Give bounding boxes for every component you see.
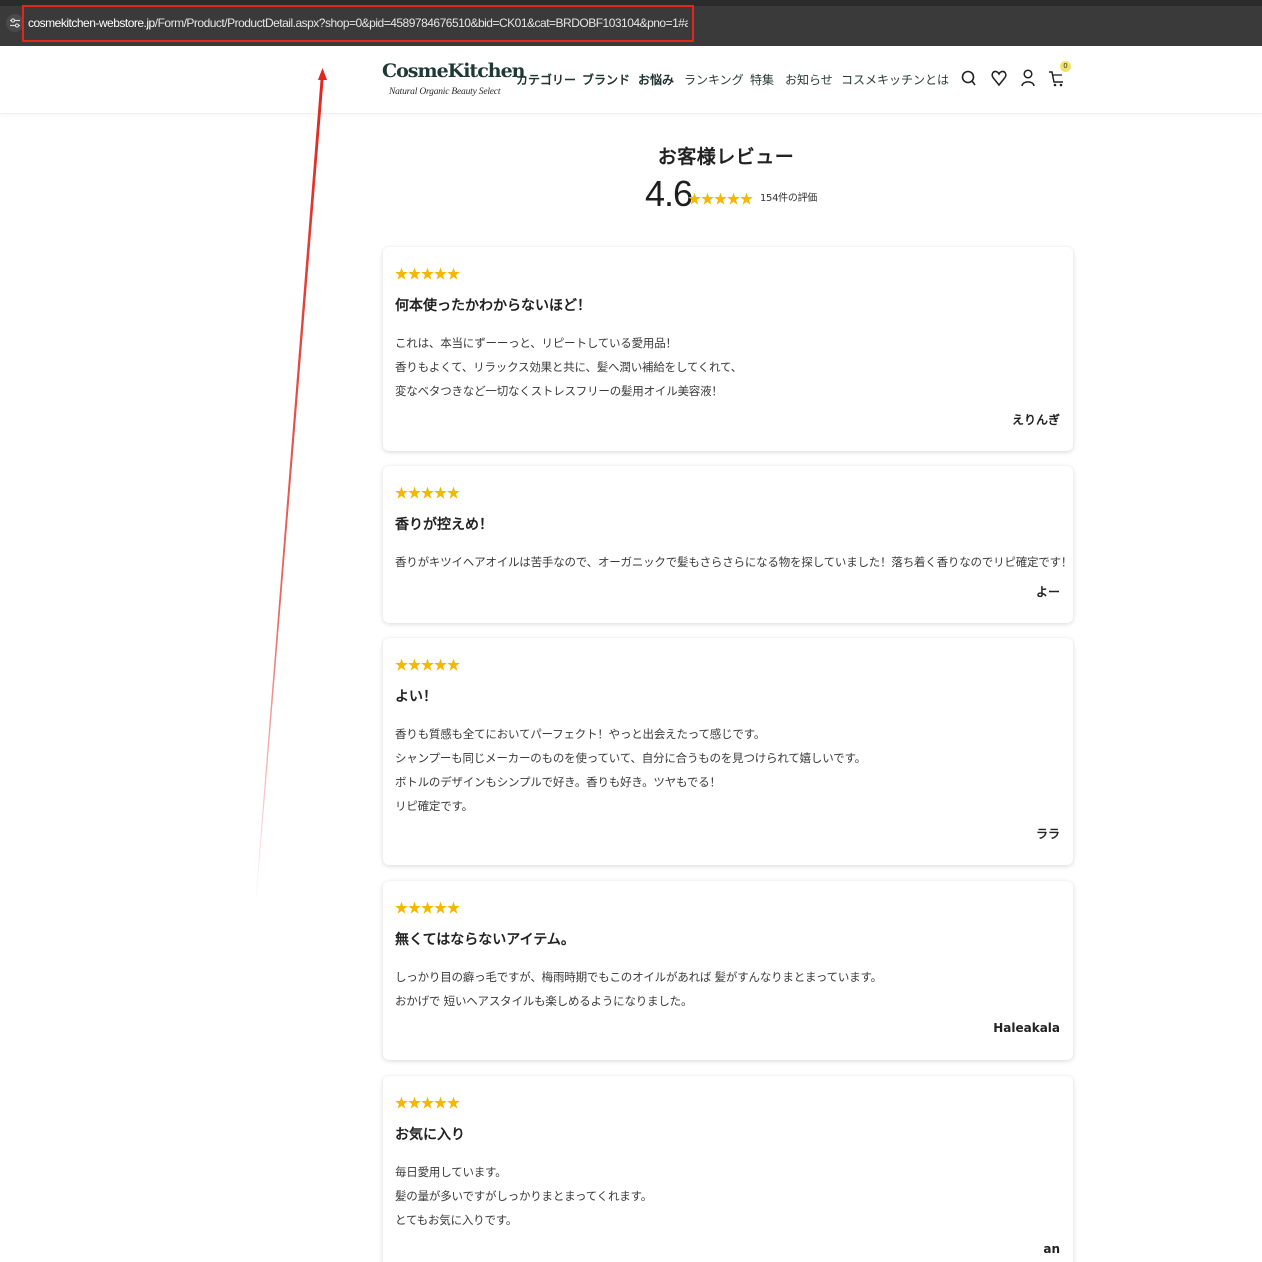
star-icon bbox=[727, 192, 740, 205]
browser-address-bar: cosmekitchen-webstore.jp/Form/Product/Pr… bbox=[0, 0, 1262, 46]
star-icon bbox=[714, 192, 727, 205]
average-rating-stars bbox=[688, 192, 753, 205]
review-stars bbox=[395, 486, 460, 499]
review-body: 毎日愛用しています。 髪の量が多いですがしっかりまとまってくれます。 とてもお気… bbox=[395, 1160, 1055, 1232]
review-card: 無くてはならないアイテム。 しっかり目の癖っ毛ですが、梅雨時期でもこのオイルがあ… bbox=[383, 881, 1073, 1060]
review-author: よー bbox=[1035, 585, 1060, 599]
heart-icon[interactable] bbox=[988, 66, 1010, 90]
review-text-line: おかげで 短いヘアスタイルも楽しめるようになりました。 bbox=[395, 994, 693, 1008]
star-icon bbox=[408, 486, 421, 499]
review-text-line: シャンプーも同じメーカーのものを使っていて、自分に合うものを見つけられて嬉しいで… bbox=[395, 751, 866, 765]
nav-about[interactable]: コスメキッチンとは bbox=[841, 71, 949, 89]
url-highlight-box bbox=[22, 5, 694, 42]
review-stars bbox=[395, 658, 460, 671]
search-icon[interactable] bbox=[958, 66, 980, 90]
review-text-line: 髪の量が多いですがしっかりまとまってくれます。 bbox=[395, 1189, 653, 1203]
review-text-line: ボトルのデザインもシンプルで好き。香りも好き。ツヤもでる！ bbox=[395, 775, 721, 789]
logo-tagline: Natural Organic Beauty Select bbox=[389, 87, 501, 97]
star-icon bbox=[447, 267, 460, 280]
account-icon[interactable] bbox=[1017, 66, 1039, 90]
review-stars bbox=[395, 1096, 460, 1109]
star-icon bbox=[408, 658, 421, 671]
nav-features[interactable]: 特集 bbox=[750, 71, 774, 89]
nav-category[interactable]: カテゴリー bbox=[516, 71, 576, 89]
review-count: 154件の評価 bbox=[760, 193, 817, 204]
nav-ranking[interactable]: ランキング bbox=[684, 71, 744, 89]
review-card: 何本使ったかわからないほど！ これは、本当にずーーっと、リピートしている愛用品！… bbox=[383, 247, 1073, 451]
reviews-heading: お客様レビュー bbox=[657, 146, 795, 168]
site-logo[interactable]: CosmeKitchen Natural Organic Beauty Sele… bbox=[382, 60, 525, 102]
review-text-line: 香りもよくて、リラックス効果と共に、髪へ潤い補給をしてくれて、 bbox=[395, 360, 743, 374]
review-card: お気に入り 毎日愛用しています。 髪の量が多いですがしっかりまとまってくれます。… bbox=[383, 1076, 1073, 1262]
star-icon bbox=[447, 1096, 460, 1109]
review-card: よい！ 香りも質感も全てにおいてパーフェクト！やっと出会えたって感じです。 シャ… bbox=[383, 638, 1073, 865]
star-icon bbox=[434, 1096, 447, 1109]
review-body: これは、本当にずーーっと、リピートしている愛用品！ 香りもよくて、リラックス効果… bbox=[395, 331, 1055, 403]
star-icon bbox=[447, 486, 460, 499]
review-text-line: とてもお気に入りです。 bbox=[395, 1213, 518, 1227]
star-icon bbox=[421, 267, 434, 280]
review-title: よい！ bbox=[395, 689, 437, 705]
logo-main-text: CosmeKitchen bbox=[382, 60, 525, 82]
star-icon bbox=[701, 192, 714, 205]
average-rating: 4.6 bbox=[645, 173, 693, 214]
star-icon bbox=[447, 658, 460, 671]
review-author: Haleakala bbox=[993, 1021, 1060, 1035]
star-icon bbox=[395, 1096, 408, 1109]
star-icon bbox=[395, 901, 408, 914]
cart-count-badge: 0 bbox=[1060, 61, 1071, 72]
review-body: 香りがキツイヘアオイルは苦手なので、オーガニックで髪もさらさらになる物を探してい… bbox=[395, 550, 1073, 574]
review-author: えりんぎ bbox=[1011, 413, 1060, 427]
review-stars bbox=[395, 267, 460, 280]
star-icon bbox=[421, 658, 434, 671]
star-icon bbox=[395, 658, 408, 671]
star-icon bbox=[395, 267, 408, 280]
review-text-line: これは、本当にずーーっと、リピートしている愛用品！ bbox=[395, 336, 677, 350]
review-title: お気に入り bbox=[395, 1127, 465, 1143]
star-icon bbox=[447, 901, 460, 914]
review-title: 香りが控えめ！ bbox=[395, 517, 493, 533]
review-body: 香りも質感も全てにおいてパーフェクト！やっと出会えたって感じです。 シャンプーも… bbox=[395, 722, 1055, 818]
review-text-line: 香りも質感も全てにおいてパーフェクト！やっと出会えたって感じです。 bbox=[395, 727, 766, 741]
star-icon bbox=[395, 486, 408, 499]
star-icon bbox=[408, 1096, 421, 1109]
star-icon bbox=[688, 192, 701, 205]
nav-brand[interactable]: ブランド bbox=[582, 71, 630, 89]
review-body: しっかり目の癖っ毛ですが、梅雨時期でもこのオイルがあれば 髪がすんなりまとまって… bbox=[395, 965, 1055, 1013]
star-icon bbox=[408, 267, 421, 280]
review-text-line: 香りがキツイヘアオイルは苦手なので、オーガニックで髪もさらさらになる物を探してい… bbox=[395, 555, 1073, 569]
star-icon bbox=[421, 486, 434, 499]
review-text-line: 毎日愛用しています。 bbox=[395, 1165, 507, 1179]
review-stars bbox=[395, 901, 460, 914]
nav-news[interactable]: お知らせ bbox=[785, 71, 833, 89]
site-header: CosmeKitchen Natural Organic Beauty Sele… bbox=[0, 46, 1262, 114]
review-author: an bbox=[1043, 1242, 1060, 1256]
star-icon bbox=[434, 901, 447, 914]
review-text-line: 変なベタつきなど一切なくストレスフリーの髪用オイル美容液！ bbox=[395, 384, 723, 398]
review-author: ララ bbox=[1035, 827, 1060, 841]
review-text-line: リピ確定です。 bbox=[395, 799, 473, 813]
annotation-arrow bbox=[255, 68, 327, 905]
star-icon bbox=[408, 901, 421, 914]
star-icon bbox=[434, 658, 447, 671]
star-icon bbox=[434, 267, 447, 280]
star-icon bbox=[434, 486, 447, 499]
star-icon bbox=[740, 192, 753, 205]
review-card: 香りが控えめ！ 香りがキツイヘアオイルは苦手なので、オーガニックで髪もさらさらに… bbox=[383, 466, 1073, 623]
star-icon bbox=[421, 1096, 434, 1109]
review-title: 無くてはならないアイテム。 bbox=[395, 932, 575, 948]
star-icon bbox=[421, 901, 434, 914]
review-text-line: しっかり目の癖っ毛ですが、梅雨時期でもこのオイルがあれば 髪がすんなりまとまって… bbox=[395, 970, 882, 984]
nav-concerns[interactable]: お悩み bbox=[638, 71, 674, 89]
review-title: 何本使ったかわからないほど！ bbox=[395, 298, 591, 314]
